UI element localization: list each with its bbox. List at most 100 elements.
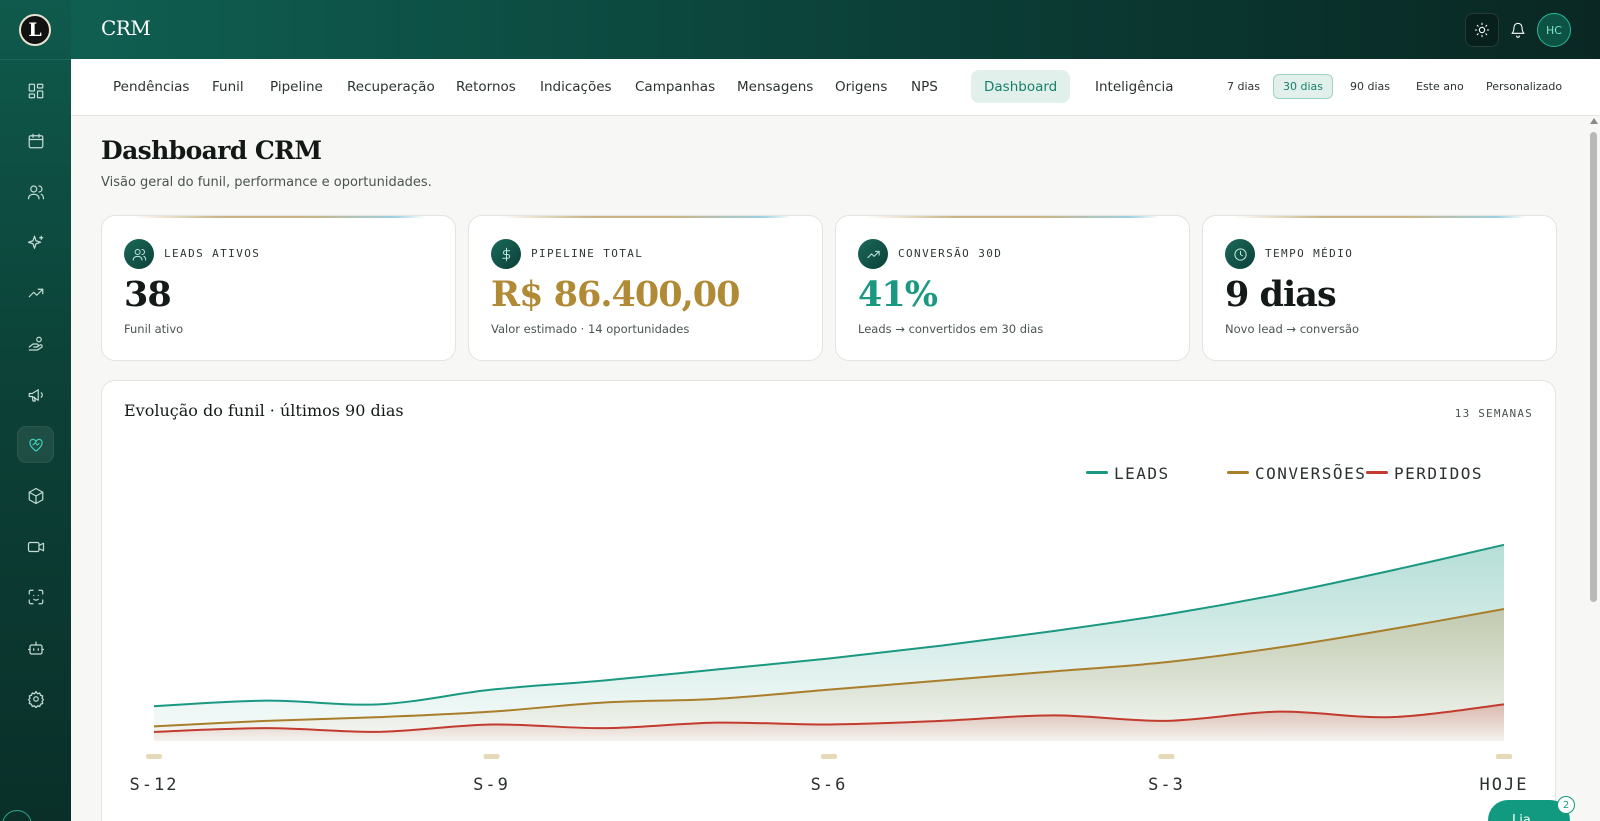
kpi-card-conversao: CONVERSÃO 30D 41% Leads → convertidos em… <box>835 215 1190 361</box>
crm-nav: Pendências Funil Pipeline Recuperação Re… <box>71 59 1600 116</box>
kpi-label: LEADS ATIVOS <box>164 247 261 260</box>
trending-up-icon <box>866 250 880 258</box>
kpi-subtext: Funil ativo <box>124 322 184 336</box>
kpi-subtext: Valor estimado · 14 oportunidades <box>491 322 690 336</box>
package-icon <box>28 487 43 504</box>
video-icon <box>27 541 44 552</box>
tab-dashboard[interactable]: Dashboard <box>971 70 1071 103</box>
sidebar-item-settings[interactable] <box>17 680 54 717</box>
tab-funil[interactable]: Funil <box>199 70 257 103</box>
x-tick-mark <box>146 754 162 759</box>
trending-up-icon <box>28 288 43 297</box>
bell-icon <box>1511 22 1525 38</box>
kpi-value: R$ 86.400,00 <box>491 274 740 315</box>
user-avatar[interactable]: HC <box>1537 13 1571 47</box>
x-tick-mark <box>1496 754 1512 759</box>
x-tick-label: HOJE <box>1480 775 1529 795</box>
sidebar-item-bot[interactable] <box>17 629 54 666</box>
tab-indicacoes[interactable]: Indicações <box>527 70 625 103</box>
x-tick-label: S-12 <box>130 775 179 795</box>
sidebar-item-video[interactable] <box>17 528 54 565</box>
x-tick-mark <box>821 754 837 759</box>
legend-swatch <box>1086 471 1108 474</box>
kpi-label: CONVERSÃO 30D <box>898 247 1003 260</box>
sidebar-item-trending[interactable] <box>17 274 54 311</box>
legend-swatch <box>1227 471 1249 474</box>
app-logo[interactable]: L <box>19 14 51 46</box>
sun-icon <box>1474 22 1490 38</box>
kpi-subtext: Leads → convertidos em 30 dias <box>858 322 1044 336</box>
sidebar-item-face-scan[interactable] <box>17 578 54 615</box>
sidebar-item-sparkles[interactable] <box>17 224 54 261</box>
kpi-value: 38 <box>124 274 172 315</box>
megaphone-icon <box>28 388 43 402</box>
kpi-card-leads: LEADS ATIVOS 38 Funil ativo <box>101 215 456 361</box>
tab-pendencias[interactable]: Pendências <box>100 70 202 103</box>
gear-icon <box>27 690 44 708</box>
sidebar-bottom-avatar[interactable] <box>2 810 32 821</box>
kpi-value: 41% <box>858 274 938 315</box>
assistant-label: Lia <box>1512 812 1531 821</box>
sidebar: L <box>0 0 71 821</box>
kpi-card-pipeline: PIPELINE TOTAL R$ 86.400,00 Valor estima… <box>468 215 823 361</box>
x-tick-label: S-9 <box>473 775 510 795</box>
sparkles-icon <box>27 235 43 249</box>
tab-retornos[interactable]: Retornos <box>443 70 529 103</box>
users-icon <box>132 248 146 261</box>
period-30-dias[interactable]: 30 dias <box>1273 74 1334 99</box>
sidebar-item-dashboard[interactable] <box>17 72 54 109</box>
assistant-badge: 2 <box>1557 796 1575 814</box>
page-subtitle: Visão geral do funil, performance e opor… <box>101 175 432 190</box>
legend-swatch <box>1366 471 1388 474</box>
theme-toggle-button[interactable] <box>1465 13 1499 47</box>
hand-coins-icon <box>28 336 43 351</box>
card-accent-line <box>132 216 425 218</box>
legend-label[interactable]: CONVERSÕES <box>1255 464 1366 483</box>
kpi-card-tempo: TEMPO MÉDIO 9 dias Novo lead → conversão <box>1202 215 1557 361</box>
kpi-icon-badge <box>858 239 888 269</box>
scroll-thumb[interactable] <box>1590 132 1597 602</box>
tab-mensagens[interactable]: Mensagens <box>724 70 826 103</box>
period-7-dias[interactable]: 7 dias <box>1218 74 1269 99</box>
app-title: CRM <box>101 16 151 40</box>
kpi-icon-badge <box>491 239 521 269</box>
bot-icon <box>27 640 44 655</box>
x-tick-label: S-3 <box>1148 775 1185 795</box>
sidebar-item-crm[interactable] <box>17 426 54 463</box>
kpi-value: 9 dias <box>1225 274 1337 315</box>
sidebar-item-campaigns[interactable] <box>17 376 54 413</box>
dashboard-grid-icon <box>28 83 43 98</box>
face-scan-icon <box>28 589 43 604</box>
tab-inteligencia[interactable]: Inteligência <box>1082 70 1187 103</box>
page-title: Dashboard CRM <box>101 136 322 165</box>
scroll-up-arrow[interactable] <box>1590 118 1598 124</box>
card-accent-line <box>1233 216 1526 218</box>
card-accent-line <box>499 216 792 218</box>
sidebar-divider <box>0 59 71 60</box>
x-tick-mark <box>483 754 500 759</box>
page-scrollbar[interactable] <box>1586 118 1600 821</box>
tab-origens[interactable]: Origens <box>822 70 900 103</box>
kpi-label: TEMPO MÉDIO <box>1265 247 1354 260</box>
funnel-area-chart: S-12 S-9 S-6 S-3 HOJE LEADS CONVERSÕES PERDIDOS <box>130 464 1529 795</box>
heart-handshake-icon <box>28 438 43 452</box>
sidebar-item-finance[interactable] <box>17 325 54 362</box>
period-este-ano[interactable]: Este ano <box>1407 74 1473 99</box>
sidebar-item-calendar[interactable] <box>17 122 54 159</box>
period-90-dias[interactable]: 90 dias <box>1341 74 1399 99</box>
sidebar-item-users[interactable] <box>17 173 54 210</box>
card-accent-line <box>866 216 1159 218</box>
kpi-icon-badge <box>1225 239 1255 269</box>
tab-campanhas[interactable]: Campanhas <box>622 70 728 103</box>
notifications-button[interactable] <box>1501 13 1535 47</box>
kpi-label: PIPELINE TOTAL <box>531 247 644 260</box>
kpi-icon-badge <box>124 239 154 269</box>
period-personalizado[interactable]: Personalizado <box>1477 74 1571 99</box>
tab-pipeline[interactable]: Pipeline <box>257 70 336 103</box>
x-tick-mark <box>1158 754 1175 759</box>
tab-nps[interactable]: NPS <box>898 70 951 103</box>
sidebar-item-inventory[interactable] <box>17 477 54 514</box>
tab-recuperacao[interactable]: Recuperação <box>334 70 448 103</box>
legend-label[interactable]: LEADS <box>1114 464 1170 483</box>
legend-label[interactable]: PERDIDOS <box>1394 464 1483 483</box>
